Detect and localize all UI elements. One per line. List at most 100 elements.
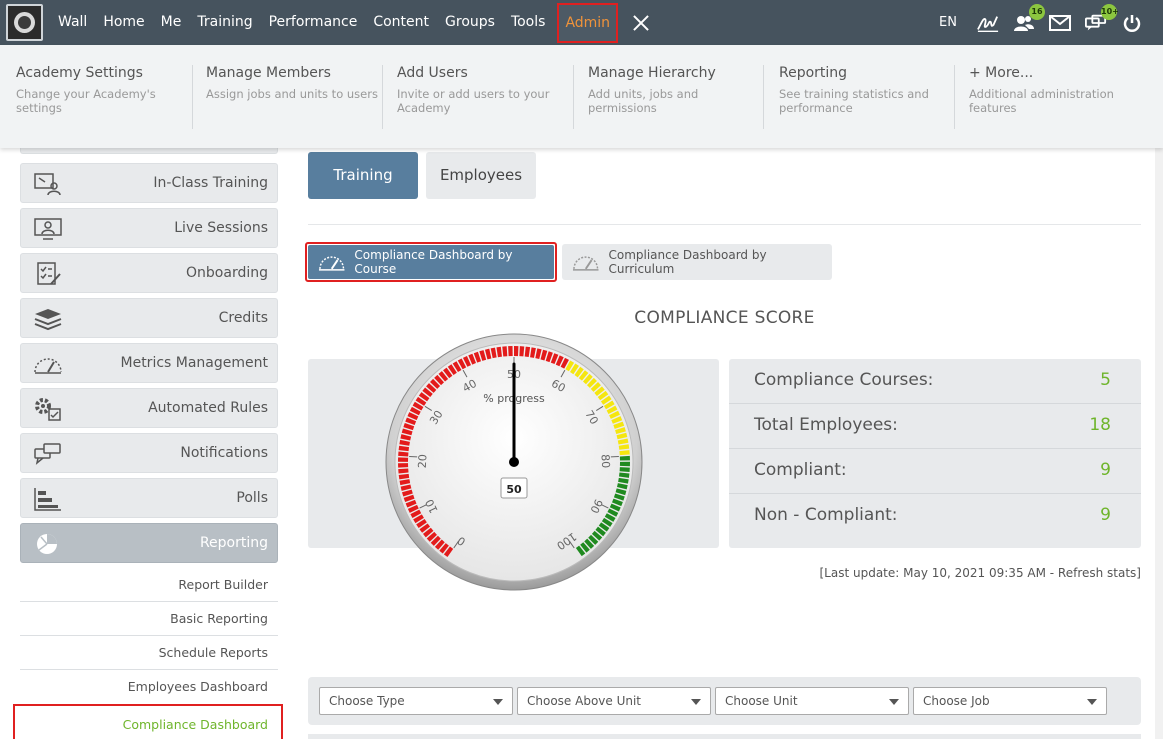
stat-label: Compliant: [754,460,847,480]
signature-icon[interactable] [977,12,999,34]
scrollbar[interactable] [1155,148,1163,739]
nav-admin[interactable]: Admin [557,2,619,43]
gauge-value: 50 [506,483,522,496]
gauge-tick-label: 20 [416,454,430,469]
admin-item-desc: Add units, jobs and permissions [588,87,699,115]
last-update-refresh-link[interactable]: [Last update: May 10, 2021 09:35 AM - Re… [819,566,1141,580]
admin-item-title: Reporting [779,65,848,81]
nav-tools[interactable]: Tools [503,0,554,45]
divider [308,224,1141,225]
sidebar-item-live-sessions[interactable]: Live Sessions [20,208,278,248]
main-nav: Wall Home Me Training Performance Conten… [50,0,650,45]
select-value: Choose Type [329,694,405,708]
sidebar-item-label: Metrics Management [120,355,269,371]
nav-wall[interactable]: Wall [50,0,95,45]
nav-performance[interactable]: Performance [261,0,366,45]
sidebar-item-label: Reporting [199,535,268,551]
admin-manage-members[interactable]: Manage Members Assign jobs and units to … [192,65,382,129]
stat-label: Total Employees: [754,415,898,435]
pie-chart-icon [37,534,57,554]
chat-badge: 10+ [1101,3,1119,20]
users-icon[interactable]: 16 [1013,3,1045,34]
academy-logo[interactable] [6,4,43,41]
classroom-icon [34,173,61,196]
compliance-by-curriculum-button[interactable]: Compliance Dashboard by Curriculum [562,244,832,280]
select-value: Choose Unit [725,694,798,708]
speedometer-icon [34,358,62,374]
choose-type-select[interactable]: Choose Type [319,687,513,715]
compliance-stats: Compliance Courses: 5 Total Employees: 1… [729,359,1141,548]
admin-academy-settings[interactable]: Academy Settings Change your Academy's s… [0,65,192,129]
nav-training[interactable]: Training [189,0,260,45]
sidebar-item-notifications[interactable]: Notifications [20,433,278,473]
compliance-by-curriculum-label: Compliance Dashboard by Curriculum [608,248,767,276]
sidebar-item-credits[interactable]: Credits [20,298,278,338]
chat-icon[interactable]: 10+ [1085,3,1119,34]
admin-manage-hierarchy[interactable]: Manage Hierarchy Add units, jobs and per… [573,65,763,129]
select-value: Choose Job [923,694,990,708]
nav-groups[interactable]: Groups [437,0,503,45]
admin-item-desc: Invite or add users to your Academy [397,87,550,115]
sidebar-item-onboarding[interactable]: Onboarding [20,253,278,293]
top-navigation-bar: Wall Home Me Training Performance Conten… [0,0,1163,45]
subnav-compliance-dashboard[interactable]: Compliance Dashboard [13,704,283,739]
compliance-score-title: COMPLIANCE SCORE [634,308,815,328]
chevron-down-icon [493,699,503,705]
sidebar-item-label: Onboarding [186,265,268,281]
chevron-down-icon [691,699,701,705]
mail-icon[interactable] [1049,12,1071,34]
speedometer-icon [572,256,599,271]
sidebar-item-label: In-Class Training [153,175,268,191]
gauge-band-segment [398,463,409,468]
admin-item-title: Manage Hierarchy [588,65,716,81]
sidebar-item-in-class-training[interactable]: In-Class Training [20,163,278,203]
chat-bubbles-icon [34,443,61,465]
stat-row: Non - Compliant: 9 [729,494,1141,539]
power-icon[interactable] [1121,12,1143,34]
nav-me[interactable]: Me [153,0,190,45]
subnav-report-builder[interactable]: Report Builder [20,568,278,602]
tab-employees[interactable]: Employees [426,152,536,199]
subnav-employees-dashboard[interactable]: Employees Dashboard [20,670,278,704]
compliance-by-course-label: Compliance Dashboard by Course [354,248,513,276]
nav-home[interactable]: Home [95,0,152,45]
compliance-by-course-button[interactable]: Compliance Dashboard by Course [305,242,557,282]
admin-add-users[interactable]: Add Users Invite or add users to your Ac… [382,65,573,129]
sidebar-item-reporting[interactable]: Reporting [20,523,278,563]
stat-value: 18 [1089,415,1111,435]
users-badge: 16 [1029,3,1045,20]
admin-item-desc: Additional administration features [969,87,1114,115]
stat-value: 5 [1100,370,1111,390]
nav-content[interactable]: Content [365,0,437,45]
language-selector[interactable]: EN [939,15,957,30]
choose-unit-select[interactable]: Choose Unit [715,687,909,715]
bar-chart-icon [34,488,61,511]
checklist-icon [37,262,61,285]
stat-row: Total Employees: 18 [729,404,1141,449]
admin-item-desc: Change your Academy's settings [16,87,156,115]
gauge-band-segment [398,457,409,462]
gauge-hub [509,457,519,467]
sidebar-item-label: Polls [236,490,268,506]
choose-job-select[interactable]: Choose Job [913,687,1107,715]
admin-reporting[interactable]: Reporting See training statistics and pe… [763,65,954,129]
close-menu-icon[interactable] [632,14,650,32]
subnav-schedule-reports[interactable]: Schedule Reports [20,636,278,670]
choose-above-unit-select[interactable]: Choose Above Unit [517,687,711,715]
sidebar-item-label: Live Sessions [174,220,268,236]
sidebar-item-metrics-management[interactable]: Metrics Management [20,343,278,383]
sidebar-item-polls[interactable]: Polls [20,478,278,518]
subnav-basic-reporting[interactable]: Basic Reporting [20,602,278,636]
stat-label: Compliance Courses: [754,370,934,390]
select-value: Choose Above Unit [527,694,642,708]
stat-value: 9 [1100,505,1111,525]
sidebar: In-Class Training Live Sessions Onboardi… [13,148,283,739]
tab-training[interactable]: Training [308,152,418,199]
gauge-band-segment [508,346,513,357]
gauge-band-segment [514,346,519,357]
sidebar-item-label: Notifications [180,445,268,461]
sidebar-item-automated-rules[interactable]: Automated Rules [20,388,278,428]
admin-item-title: + More... [969,65,1034,81]
admin-more[interactable]: + More... Additional administration feat… [954,65,1144,129]
gauge-tick-label: 80 [599,454,613,469]
